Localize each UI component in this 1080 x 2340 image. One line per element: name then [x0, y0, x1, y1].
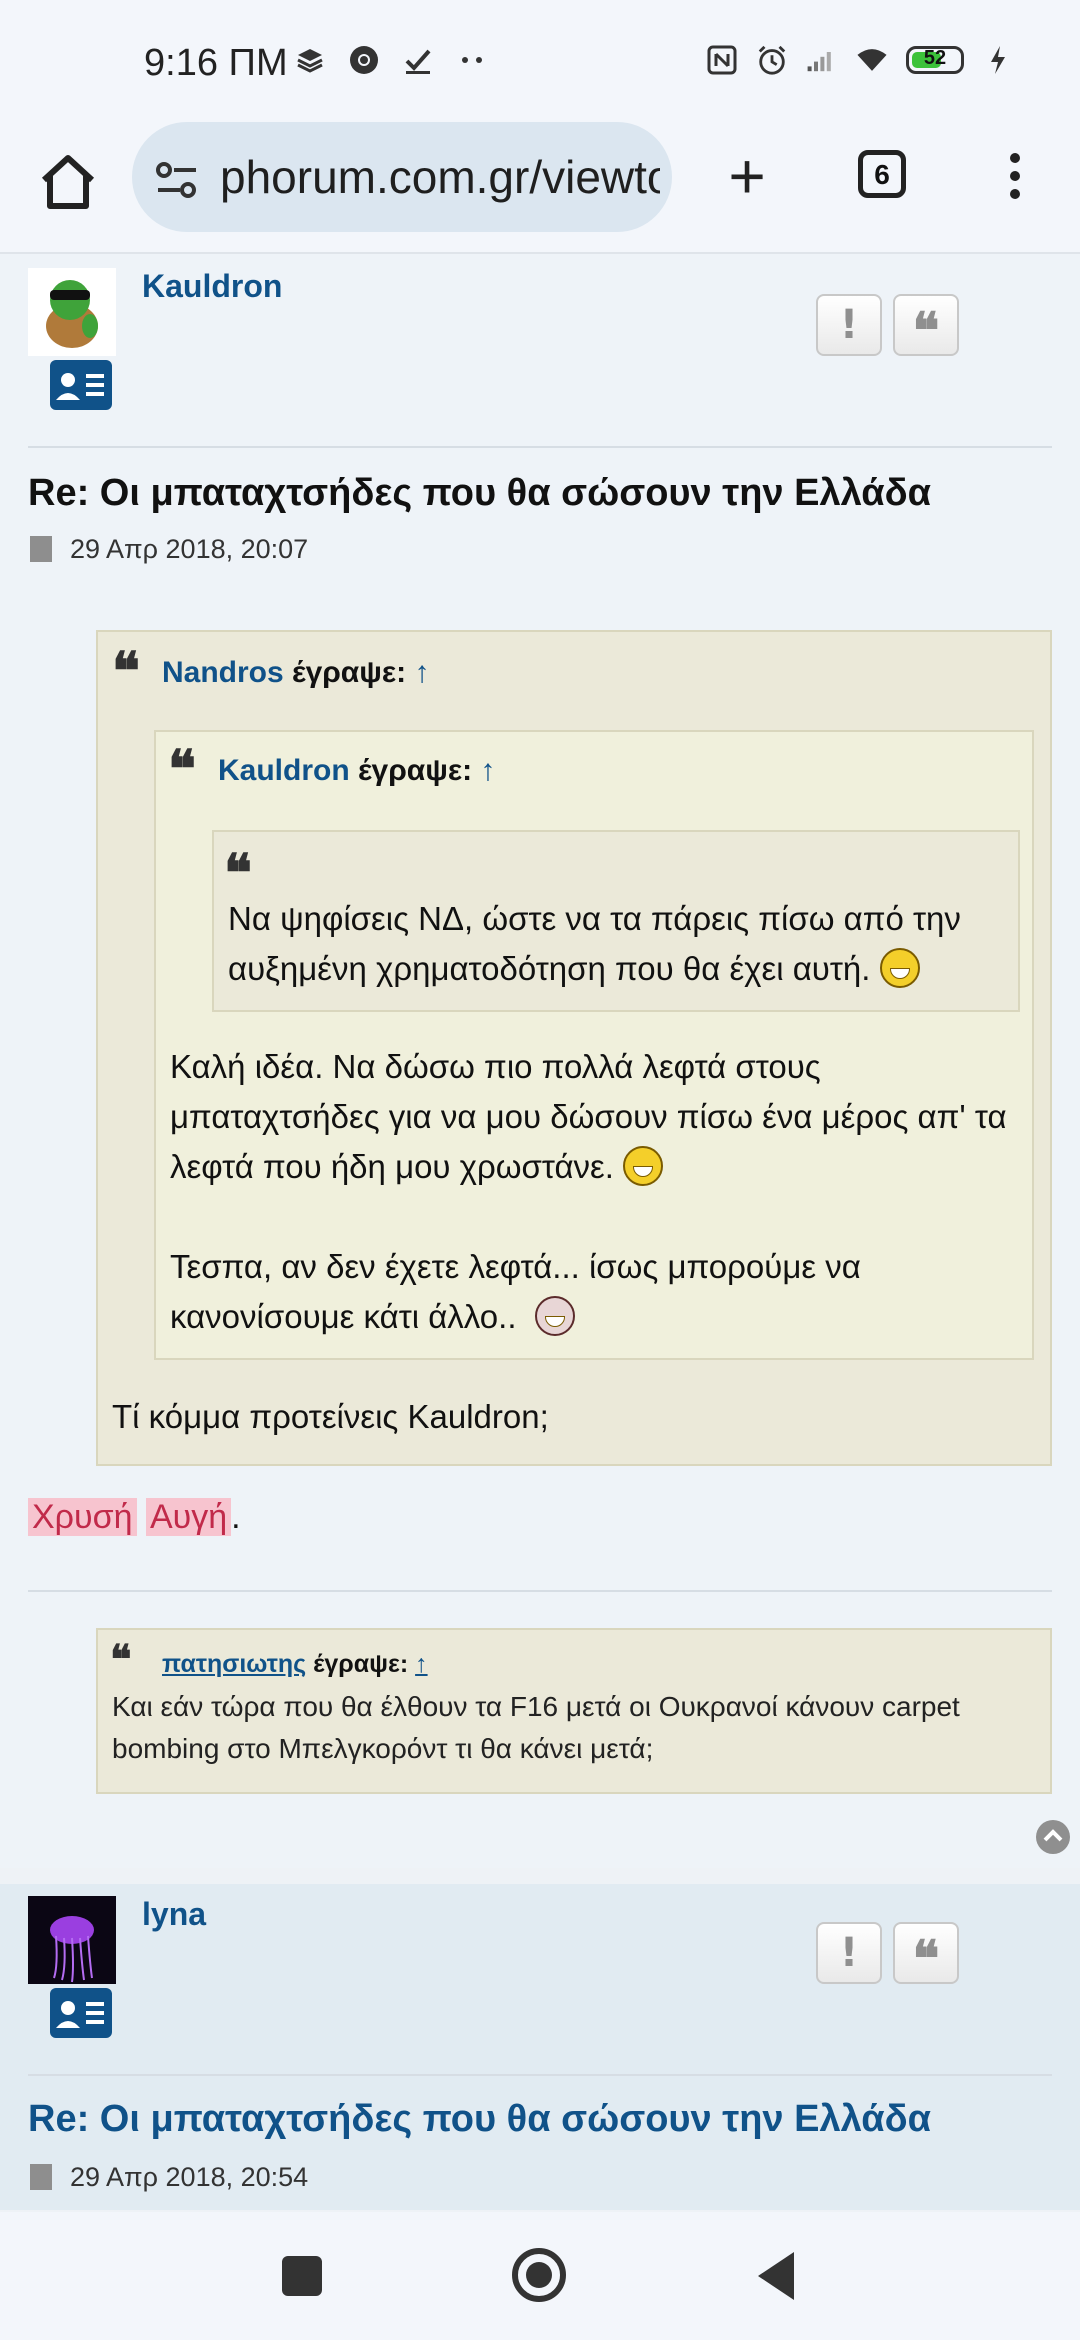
menu-icon[interactable]: [1000, 146, 1030, 206]
chrome-icon: [348, 44, 380, 76]
nested-quote-block: ❝ Kauldron έγραψε: ↑ ❝ Να ψηφίσεις ΝΔ, ώ…: [154, 730, 1034, 1360]
check-icon: [402, 44, 434, 76]
avatar[interactable]: [28, 268, 116, 356]
quote-jump-link[interactable]: ↑: [414, 656, 429, 689]
divider: [28, 2074, 1052, 2076]
nested-quote-content: Καλή ιδέα. Να δώσω πιο πολλά λεφτά στους…: [170, 1048, 1007, 1185]
signature-quote-text: Και εάν τώρα που θα έλθουν τα F16 μετά ο…: [112, 1691, 960, 1764]
quote-header: Kauldron έγραψε: ↑: [218, 754, 495, 788]
alarm-icon: [756, 44, 788, 76]
quote-block: ❝ Nandros έγραψε: ↑ ❝ Kauldron έγραψε: ↑…: [96, 630, 1052, 1466]
post-title[interactable]: Re: Οι μπαταχτσήδες που θα σώσουν την Ελ…: [28, 472, 931, 515]
post: lyna ! ❝ Re: Οι μπαταχτσήδες που θα σώσο…: [0, 1884, 1080, 2210]
profile-card-icon[interactable]: [50, 360, 112, 410]
site-settings-icon[interactable]: [154, 160, 202, 200]
charging-icon: [982, 44, 1014, 76]
highlighted-text-line: Χρυσή Αυγή.: [28, 1498, 241, 1537]
back-button[interactable]: [758, 2252, 794, 2300]
nfc-icon: [706, 44, 738, 76]
sig-line-end: .: [231, 1498, 241, 1536]
page-content: Kauldron ! ❝ Re: Οι μπαταχτσήδες που θα …: [0, 254, 1080, 2210]
quote-author-link[interactable]: Nandros: [162, 656, 284, 689]
signature-divider: [28, 1590, 1052, 1592]
report-button[interactable]: !: [816, 1922, 882, 1984]
smiley-icon: [879, 948, 920, 988]
quote-header: Nandros έγραψε: ↑: [162, 656, 429, 690]
quote-wrote-label: έγραψε:: [292, 656, 407, 689]
nested-quote-text-2: Τεσπα, αν δεν έχετε λεφτά... ίσως μπορού…: [170, 1242, 1020, 1342]
post-title[interactable]: Re: Οι μπαταχτσήδες που θα σώσουν την Ελ…: [28, 2098, 931, 2141]
quote-icon: ❝: [112, 641, 140, 702]
quote-button[interactable]: ❝: [893, 1922, 959, 1988]
laughing-smiley-icon: [623, 1146, 664, 1186]
profile-card-icon[interactable]: [50, 1988, 112, 2038]
battery-icon: 52: [906, 46, 964, 74]
nested-quote-content-2: Τεσπα, αν δεν έχετε λεφτά... ίσως μπορού…: [170, 1248, 861, 1335]
highlighted-word: Αυγή: [145, 1498, 232, 1536]
inner-quote-content: Να ψηφίσεις ΝΔ, ώστε να τα πάρεις πίσω α…: [228, 900, 961, 987]
quote-author-link[interactable]: Kauldron: [218, 754, 350, 787]
inner-quote-block: ❝ Να ψηφίσεις ΝΔ, ώστε να τα πάρεις πίσω…: [212, 830, 1020, 1012]
avatar[interactable]: [28, 1896, 116, 1984]
post-date: 29 Απρ 2018, 20:07: [70, 534, 309, 564]
quote-header: πατησιωτης έγραψε: ↑: [162, 1650, 428, 1679]
battery-level: 52: [923, 47, 947, 69]
new-tab-button[interactable]: +: [715, 144, 779, 208]
quote-button[interactable]: ❝: [893, 294, 959, 360]
quote-reply-text: Τί κόμμα προτείνεις Kauldron;: [112, 1398, 549, 1435]
quote-icon: ❝: [224, 843, 252, 904]
wifi-icon: [856, 44, 888, 76]
tab-switcher-button[interactable]: 6: [858, 150, 906, 198]
quote-jump-link[interactable]: ↑: [480, 754, 495, 787]
quote-author-link[interactable]: πατησιωτης: [162, 1650, 306, 1678]
url-bar[interactable]: phorum.com.gr/viewtopic: [132, 122, 672, 232]
post-document-icon: [30, 536, 52, 562]
status-time: 9:16 ΠΜ: [144, 42, 288, 84]
quote-wrote-label: έγραψε:: [313, 1650, 409, 1678]
post-author[interactable]: lyna: [142, 1896, 206, 1933]
system-navigation-bar: [0, 2212, 1080, 2340]
nested-quote-text: Καλή ιδέα. Να δώσω πιο πολλά λεφτά στους…: [170, 1042, 1020, 1192]
quote-icon: ❝: [110, 1636, 132, 1683]
post-author[interactable]: Kauldron: [142, 268, 282, 305]
post: Kauldron ! ❝ Re: Οι μπαταχτσήδες που θα …: [0, 254, 1080, 1868]
scroll-to-top-icon[interactable]: [1036, 1820, 1070, 1854]
quote-wrote-label: έγραψε:: [358, 754, 473, 787]
inner-quote-text: Να ψηφίσεις ΝΔ, ώστε να τα πάρεις πίσω α…: [228, 894, 1008, 994]
home-icon[interactable]: [36, 150, 100, 214]
report-button[interactable]: !: [816, 294, 882, 356]
highlighted-word: Χρυσή: [28, 1498, 137, 1536]
recents-button[interactable]: [282, 2256, 322, 2296]
tongue-smiley-icon: [534, 1296, 575, 1336]
post-document-icon: [30, 2164, 52, 2190]
layers-icon: [294, 44, 326, 76]
status-bar: 9:16 ΠΜ 52: [0, 0, 1080, 120]
quote-jump-link[interactable]: ↑: [415, 1650, 428, 1678]
more-dots-icon: [456, 44, 488, 76]
signature-quote-block: ❝ πατησιωτης έγραψε: ↑ Και εάν τώρα που …: [96, 1628, 1052, 1794]
home-button[interactable]: [512, 2248, 566, 2302]
divider: [28, 446, 1052, 448]
url-text[interactable]: phorum.com.gr/viewtopic: [220, 150, 660, 204]
signal-icon: [806, 44, 838, 76]
quote-icon: ❝: [168, 739, 196, 800]
browser-toolbar: phorum.com.gr/viewtopic + 6: [0, 120, 1080, 254]
post-date: 29 Απρ 2018, 20:54: [70, 2162, 309, 2192]
